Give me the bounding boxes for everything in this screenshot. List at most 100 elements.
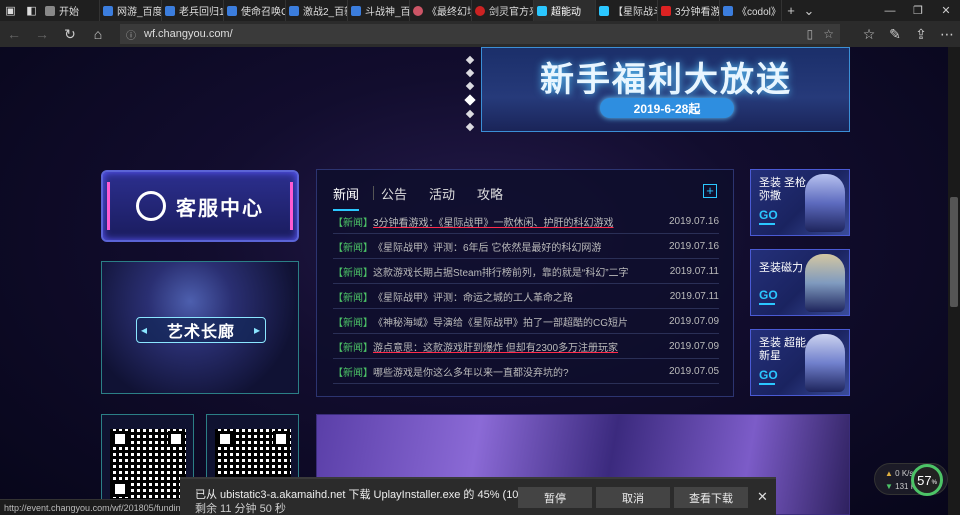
- carousel-dot-active[interactable]: [464, 94, 476, 106]
- hero-card-1[interactable]: 圣装 圣枪弥撒 GO: [750, 169, 850, 236]
- favorite-star-icon[interactable]: ☆: [823, 27, 834, 41]
- news-date: 2019.07.11: [669, 290, 719, 302]
- share-icon[interactable]: ⇪: [908, 21, 934, 47]
- tab-10[interactable]: 3分钟看游: [658, 0, 720, 21]
- promo-banner[interactable]: 新手福利大放送 2019-6-28起: [481, 47, 850, 132]
- news-row[interactable]: 【新闻】 这款游戏长期占据Steam排行榜前列，靠的就是“科幻”二字 2019.…: [333, 259, 719, 284]
- news-date: 2019.07.09: [669, 315, 720, 327]
- restore-icon[interactable]: ❐: [904, 0, 932, 21]
- hero-go-link[interactable]: GO: [759, 208, 778, 225]
- close-window-icon[interactable]: ✕: [932, 0, 960, 21]
- tab-label: 《最终幻境: [427, 7, 472, 18]
- news-panel: 新闻 公告 活动 攻略 + 【新闻】 3分钟看游戏：《星际战甲》一款休闲、护肝的…: [316, 169, 734, 397]
- news-category: 【新闻】: [333, 317, 373, 329]
- tab-9[interactable]: 【星际战斗: [596, 0, 658, 21]
- cancel-download-button[interactable]: 取消: [596, 487, 670, 508]
- tab-3[interactable]: 使命召唤C: [224, 0, 286, 21]
- tab-label: 超能动: [551, 7, 581, 18]
- web-page: 新手福利大放送 2019-6-28起 客服中心 ◂ 艺术长廊 ▸ 新闻 公告 活…: [0, 47, 960, 515]
- news-row[interactable]: 【新闻】 《星际战甲》评测：6年后 它依然是最好的科幻网游 2019.07.16: [333, 234, 719, 259]
- tab-6[interactable]: 《最终幻境: [410, 0, 472, 21]
- tab-4[interactable]: 激战2_百新: [286, 0, 348, 21]
- forward-arrow-icon[interactable]: →: [28, 21, 56, 47]
- tab-1[interactable]: 网游_百度: [100, 0, 162, 21]
- carousel-dots: [464, 55, 476, 137]
- tab-announcements[interactable]: 公告: [381, 184, 407, 211]
- back-arrow-icon[interactable]: ←: [0, 21, 28, 47]
- news-title[interactable]: 《星际战甲》评测：命运之城的工人革命之路: [373, 289, 669, 304]
- news-row[interactable]: 【新闻】 《神秘海域》导演给《星际战甲》拍了一部超酷的CG短片 2019.07.…: [333, 309, 719, 334]
- news-row[interactable]: 【新闻】 《星际战甲》评测：命运之城的工人革命之路 2019.07.11: [333, 284, 719, 309]
- pause-download-button[interactable]: 暂停: [518, 487, 592, 508]
- tab-8-active[interactable]: 超能动: [534, 0, 596, 21]
- news-date: 2019.07.16: [669, 215, 720, 227]
- news-row[interactable]: 【新闻】 哪些游戏是你这么多年以来一直都没弃坑的? 2019.07.05: [333, 359, 719, 384]
- tab-2[interactable]: 老兵回归1: [162, 0, 224, 21]
- tab-events[interactable]: 活动: [429, 184, 455, 211]
- baidu-favicon-icon: [289, 5, 299, 16]
- hero-go-link[interactable]: GO: [759, 288, 778, 305]
- tab-label: 使命召唤C: [241, 7, 286, 18]
- video-favicon-icon: [661, 5, 671, 16]
- news-row[interactable]: 【新闻】 游点意思：这款游戏肝到爆炸 但却有2300多万注册玩家 2019.07…: [333, 334, 719, 359]
- customer-service-label: 客服中心: [176, 197, 264, 220]
- site-info-icon[interactable]: ⓘ: [126, 27, 136, 42]
- baidu-favicon-icon: [165, 5, 175, 16]
- baidu-favicon-icon: [103, 5, 113, 16]
- carousel-dot[interactable]: [465, 109, 475, 119]
- scrollbar-thumb[interactable]: [950, 197, 958, 307]
- qr-finder: [217, 431, 233, 447]
- news-title[interactable]: 《神秘海域》导演给《星际战甲》拍了一部超酷的CG短片: [373, 314, 669, 329]
- refresh-icon[interactable]: ↻: [56, 21, 84, 47]
- pen-notes-icon[interactable]: ✎: [882, 21, 908, 47]
- address-bar[interactable]: ⓘ wf.changyou.com/ ▯ ☆: [120, 24, 840, 44]
- warframe-figure-icon: [805, 174, 845, 232]
- start-page-icon: [45, 5, 55, 16]
- tab-actions-icon[interactable]: ▣: [0, 0, 21, 21]
- tab-start[interactable]: 开始: [42, 0, 100, 21]
- reading-view-icon[interactable]: ▯: [807, 27, 814, 41]
- tab-label: 《codol》: [737, 7, 781, 18]
- carousel-dot[interactable]: [465, 55, 475, 65]
- news-date: 2019.07.05: [669, 365, 720, 377]
- art-gallery-card[interactable]: ◂ 艺术长廊 ▸: [101, 261, 299, 394]
- qr-finder: [273, 431, 289, 447]
- news-title[interactable]: 这款游戏长期占据Steam排行榜前列，靠的就是“科幻”二字: [373, 264, 669, 279]
- minimize-icon[interactable]: —: [876, 0, 904, 21]
- view-downloads-button[interactable]: 查看下载: [674, 487, 748, 508]
- news-row[interactable]: 【新闻】 3分钟看游戏：《星际战甲》一款休闲、护肝的科幻游戏 2019.07.1…: [333, 209, 719, 234]
- hero-card-2[interactable]: 圣装磁力 GO: [750, 249, 850, 316]
- tab-7[interactable]: 剑灵官方来: [472, 0, 534, 21]
- customer-service-button[interactable]: 客服中心: [101, 170, 299, 242]
- tab-news[interactable]: 新闻: [333, 184, 360, 211]
- tab-5[interactable]: 斗战神_百: [348, 0, 410, 21]
- tab-guides[interactable]: 攻略: [477, 184, 503, 211]
- more-menu-icon[interactable]: ⋯: [934, 21, 960, 47]
- qr-finder: [112, 481, 128, 497]
- news-title[interactable]: 哪些游戏是你这么多年以来一直都没弃坑的?: [373, 364, 669, 379]
- set-aside-tabs-icon[interactable]: ◧: [21, 0, 42, 21]
- tab-11[interactable]: 《codol》: [720, 0, 782, 21]
- tab-list-chevron-down-icon[interactable]: ⌄: [800, 0, 818, 21]
- home-icon[interactable]: ⌂: [84, 21, 112, 47]
- page-scrollbar[interactable]: [948, 47, 960, 515]
- news-title[interactable]: 游点意思：这款游戏肝到爆炸 但却有2300多万注册玩家: [373, 343, 618, 354]
- banner-date: 2019-6-28起: [600, 98, 734, 118]
- carousel-dot[interactable]: [465, 68, 475, 78]
- news-category: 【新闻】: [333, 342, 373, 354]
- favorites-hub-icon[interactable]: ☆: [856, 21, 882, 47]
- carousel-dot[interactable]: [465, 122, 475, 132]
- news-title[interactable]: 《星际战甲》评测：6年后 它依然是最好的科幻网游: [373, 239, 669, 254]
- more-news-plus-icon[interactable]: +: [703, 184, 717, 198]
- close-icon[interactable]: ✕: [757, 489, 768, 505]
- news-tabs: 新闻 公告 活动 攻略: [333, 184, 525, 211]
- memory-usage-gauge[interactable]: 57%: [911, 464, 943, 496]
- warframe-figure-icon: [805, 254, 845, 312]
- hero-go-link[interactable]: GO: [759, 368, 778, 385]
- news-category: 【新闻】: [333, 217, 373, 229]
- new-tab-icon[interactable]: +: [782, 0, 800, 21]
- carousel-dot[interactable]: [465, 81, 475, 91]
- baidu-favicon-icon: [351, 5, 361, 16]
- hero-card-3[interactable]: 圣装 超能新星 GO: [750, 329, 850, 396]
- news-title[interactable]: 3分钟看游戏：《星际战甲》一款休闲、护肝的科幻游戏: [373, 218, 614, 229]
